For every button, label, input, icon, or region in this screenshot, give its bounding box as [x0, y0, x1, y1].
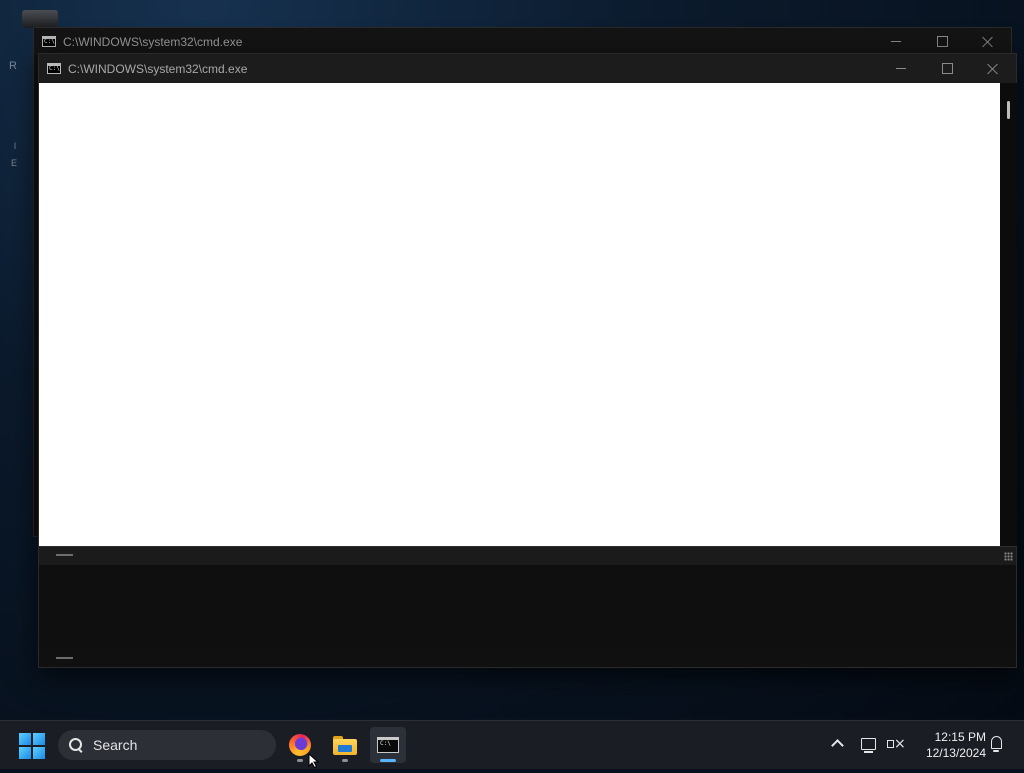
close-button[interactable] [970, 54, 1016, 83]
vertical-scrollbar[interactable] [1000, 83, 1017, 546]
window-title: C:\WINDOWS\system32\cmd.exe [68, 61, 248, 76]
clock-time: 12:15 PM [934, 730, 986, 744]
terminal-icon: C:\ [377, 737, 399, 753]
start-button[interactable] [19, 733, 45, 759]
maximize-icon [941, 63, 953, 74]
console-lower-area [39, 565, 1016, 650]
folder-icon [333, 735, 357, 755]
volume-muted-icon[interactable] [886, 735, 906, 753]
minimize-icon [896, 68, 906, 69]
status-strip [39, 546, 1016, 565]
scrollbar-thumb[interactable] [1007, 101, 1010, 119]
search-icon [69, 738, 83, 752]
active-indicator [380, 759, 396, 762]
windows-logo-icon [19, 733, 31, 745]
taskbar: Search C:\ 12:15 PM 12/13/2024 [0, 720, 1024, 769]
cmd-icon: C:\ [47, 63, 61, 74]
desktop-icon-label-fragment: E [11, 158, 18, 168]
show-hidden-icons-chevron-icon[interactable] [830, 737, 844, 751]
windows-logo-icon [33, 733, 45, 745]
console-client-area[interactable] [39, 83, 1000, 546]
close-button[interactable] [965, 27, 1011, 56]
dash-marker [56, 657, 73, 659]
window-title: C:\WINDOWS\system32\cmd.exe [63, 34, 243, 49]
close-icon [987, 63, 999, 75]
bottom-strip [39, 650, 1016, 667]
clock[interactable]: 12:15 PM 12/13/2024 [914, 729, 986, 761]
maximize-button[interactable] [924, 54, 970, 83]
mouse-cursor-icon [308, 752, 320, 769]
taskbar-app-command-prompt[interactable]: C:\ [370, 727, 406, 763]
running-indicator [342, 759, 348, 762]
maximize-button[interactable] [919, 27, 965, 56]
cmd-window-foreground[interactable]: C:\ C:\WINDOWS\system32\cmd.exe [38, 53, 1017, 668]
desktop-icon-label-fragment: R [9, 60, 17, 72]
desktop: R l E C:\ C:\WINDOWS\system32\cmd.exe C:… [0, 0, 1024, 720]
maximize-icon [936, 36, 948, 47]
running-indicator [297, 759, 303, 762]
minimize-icon [891, 41, 901, 42]
minimize-button[interactable] [878, 54, 924, 83]
windows-logo-icon [33, 747, 45, 759]
title-bar[interactable]: C:\ C:\WINDOWS\system32\cmd.exe [39, 54, 1016, 83]
cmd-icon: C:\ [42, 36, 56, 47]
desktop-icon-label-fragment: l [14, 141, 16, 151]
notification-bell-icon[interactable] [988, 735, 1004, 753]
resize-grip[interactable] [1004, 552, 1013, 561]
search-box[interactable]: Search [58, 730, 276, 760]
title-bar[interactable]: C:\ C:\WINDOWS\system32\cmd.exe [34, 28, 1011, 55]
windows-logo-icon [19, 747, 31, 759]
taskbar-app-file-explorer[interactable] [327, 727, 363, 763]
clock-date: 12/13/2024 [925, 746, 986, 760]
network-icon[interactable] [860, 735, 878, 753]
close-icon [982, 36, 994, 48]
dash-marker [56, 554, 73, 556]
search-label: Search [93, 737, 138, 753]
minimize-button[interactable] [873, 27, 919, 56]
desktop-icon[interactable] [22, 10, 58, 28]
